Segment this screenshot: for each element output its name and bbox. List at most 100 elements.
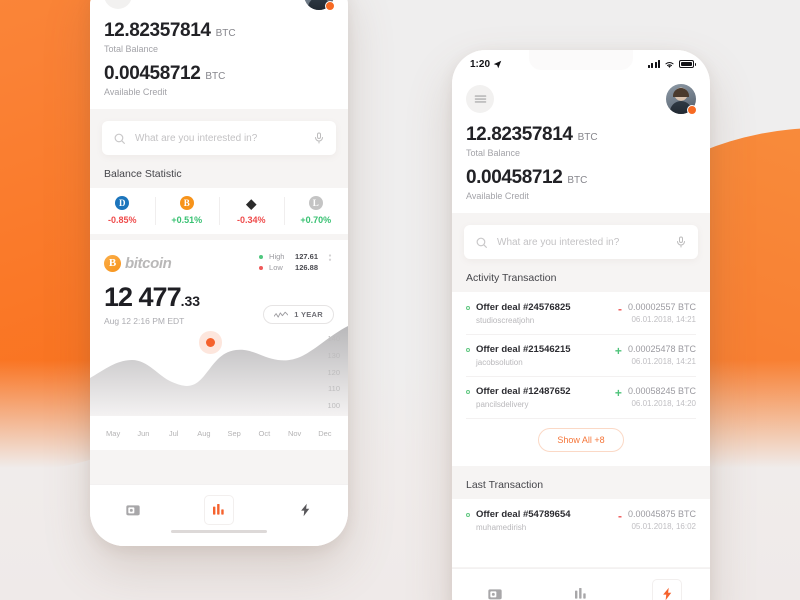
nav-item-activity[interactable] xyxy=(290,495,320,525)
available-credit-value: 0.00458712 xyxy=(466,167,563,188)
search-bar[interactable]: What are you interested in? xyxy=(464,225,698,259)
table-row[interactable]: Offer deal #12487652 pancilsdelivery + 0… xyxy=(452,376,710,418)
price-timestamp: Aug 12 2:16 PM EDT xyxy=(104,316,185,326)
nav-item-statistics[interactable] xyxy=(566,579,596,600)
search-input[interactable]: What are you interested in? xyxy=(135,133,313,144)
total-balance-label: Total Balance xyxy=(466,148,521,158)
stat-bitcoin-change: +0.51% xyxy=(171,215,203,225)
arrow-left-icon xyxy=(112,0,125,2)
range-label: 1 YEAR xyxy=(294,310,323,319)
litecoin-coin-icon: L xyxy=(308,196,323,210)
total-balance-row: 12.82357814 BTC Total Balance xyxy=(466,124,696,158)
status-bar: 1:20 xyxy=(452,50,710,76)
price-row: 12 477.33 Aug 12 2:16 PM EDT 1 YEAR xyxy=(90,274,348,326)
x-tick-sep: Sep xyxy=(227,429,241,438)
nav-item-wallet[interactable] xyxy=(480,579,510,600)
total-balance-value: 12.82357814 xyxy=(104,20,211,41)
status-dot-icon xyxy=(466,306,470,310)
price-area-chart xyxy=(90,326,348,416)
high-dot-icon xyxy=(259,254,264,259)
right-header: 12.82357814 BTC Total Balance 0.00458712 B… xyxy=(452,76,710,213)
avatar[interactable] xyxy=(666,84,697,115)
stat-dash-change: -0.85% xyxy=(107,215,137,225)
available-credit-unit: BTC xyxy=(567,175,588,186)
nav-item-statistics[interactable] xyxy=(204,495,234,525)
avatar[interactable] xyxy=(304,0,335,11)
bitcoin-chart-card: B bitcoin High 127.61 Low 126.88 12 477.… xyxy=(90,240,348,450)
stat-litecoin[interactable]: L +0.70% xyxy=(283,188,349,234)
high-value: 127.61 xyxy=(295,252,318,261)
range-selector[interactable]: 1 YEAR xyxy=(263,305,334,324)
battery-icon xyxy=(679,60,696,68)
menu-button[interactable] xyxy=(466,85,494,113)
status-time-group: 1:20 xyxy=(470,59,502,70)
price-decimal: .33 xyxy=(180,293,201,309)
transaction-title: Offer deal #24576825 xyxy=(476,302,571,313)
bitcoin-brand: B bitcoin xyxy=(104,252,172,274)
transaction-subtitle: pancilsdelivery xyxy=(476,400,529,409)
hamburger-menu-icon xyxy=(474,95,486,103)
stat-ethereum-change: -0.34% xyxy=(236,215,266,225)
last-transaction-title: Last Transaction xyxy=(466,479,544,491)
activity-transaction-list: Offer deal #24576825 studioscreatjohn - … xyxy=(452,292,710,466)
transaction-subtitle: jacobsolution xyxy=(476,358,523,367)
available-credit-label: Available Credit xyxy=(104,87,167,97)
transaction-sign: - xyxy=(617,509,622,523)
phone-right: 1:20 12.82357814 BTC Total Balance 0.004… xyxy=(452,50,710,600)
stat-bitcoin[interactable]: B +0.51% xyxy=(154,188,220,234)
balance-statistic-title: Balance Statistic xyxy=(104,168,182,180)
transaction-amount-block: - 0.00002557 BTC 06.01.2018, 14:21 xyxy=(618,302,696,324)
transaction-info: Offer deal #12487652 pancilsdelivery xyxy=(476,386,615,409)
total-balance-unit: BTC xyxy=(577,132,598,143)
search-input[interactable]: What are you interested in? xyxy=(497,237,675,248)
transaction-subtitle: muhamedirish xyxy=(476,523,527,532)
microphone-icon[interactable] xyxy=(675,236,687,248)
transaction-amount: 0.00058245 BTC xyxy=(627,386,696,396)
chart-y-axis: 140 130 120 110 100 xyxy=(327,334,340,410)
status-indicators xyxy=(647,60,696,69)
transaction-date: 05.01.2018, 16:02 xyxy=(631,522,696,531)
price-main: 12 477 xyxy=(104,282,182,312)
sparkline-icon xyxy=(274,311,289,318)
total-balance-label: Total Balance xyxy=(104,44,159,54)
table-row[interactable]: Offer deal #24576825 studioscreatjohn - … xyxy=(452,292,710,334)
location-arrow-icon xyxy=(493,60,502,68)
low-label: Low xyxy=(269,263,283,272)
available-credit-value: 0.00458712 xyxy=(104,63,201,84)
search-bar[interactable]: What are you interested in? xyxy=(102,121,336,155)
y-tick-110: 110 xyxy=(328,384,340,394)
chart-highlight-point[interactable] xyxy=(206,338,215,347)
bitcoin-brand-name: bitcoin xyxy=(125,254,172,272)
table-row[interactable]: Offer deal #54789654 muhamedirish - 0.00… xyxy=(452,499,710,541)
transaction-date: 06.01.2018, 14:21 xyxy=(631,315,696,324)
x-tick-dec: Dec xyxy=(318,429,332,438)
stat-dash[interactable]: D -0.85% xyxy=(90,188,155,234)
microphone-icon[interactable] xyxy=(313,132,325,144)
show-all-button[interactable]: Show All +8 xyxy=(538,428,624,452)
transaction-sign: + xyxy=(614,344,622,358)
chart-x-axis: May Jun Jul Aug Sep Oct Nov Dec xyxy=(90,429,348,438)
last-transaction-list: Offer deal #54789654 muhamedirish - 0.00… xyxy=(452,499,710,567)
table-row[interactable]: Offer deal #21546215 jacobsolution + 0.0… xyxy=(452,334,710,376)
stat-ethereum[interactable]: ◆ -0.34% xyxy=(219,188,284,234)
ethereum-coin-icon: ◆ xyxy=(246,195,257,211)
transaction-amount: 0.00045875 BTC xyxy=(627,509,696,519)
transaction-amount-block: - 0.00045875 BTC 05.01.2018, 16:02 xyxy=(618,509,696,531)
y-tick-130: 130 xyxy=(327,350,340,360)
y-tick-120: 120 xyxy=(327,367,340,377)
low-dot-icon xyxy=(259,265,264,270)
left-bottom-nav xyxy=(90,484,348,546)
search-icon xyxy=(476,237,487,248)
nav-item-activity[interactable] xyxy=(652,579,682,600)
y-tick-100: 100 xyxy=(327,401,340,410)
list-spacer xyxy=(452,541,710,567)
show-all-wrapper: Show All +8 xyxy=(452,418,710,466)
nav-item-wallet[interactable] xyxy=(118,495,148,525)
wallet-icon xyxy=(126,505,140,516)
chart-header: B bitcoin High 127.61 Low 126.88 xyxy=(90,240,348,274)
balance-statistic-strip: D -0.85% B +0.51% ◆ -0.34% L +0.70% xyxy=(90,188,348,234)
total-balance-unit: BTC xyxy=(215,28,236,39)
wifi-icon xyxy=(665,61,674,68)
more-vertical-icon[interactable] xyxy=(326,252,334,266)
back-button[interactable] xyxy=(104,0,132,9)
